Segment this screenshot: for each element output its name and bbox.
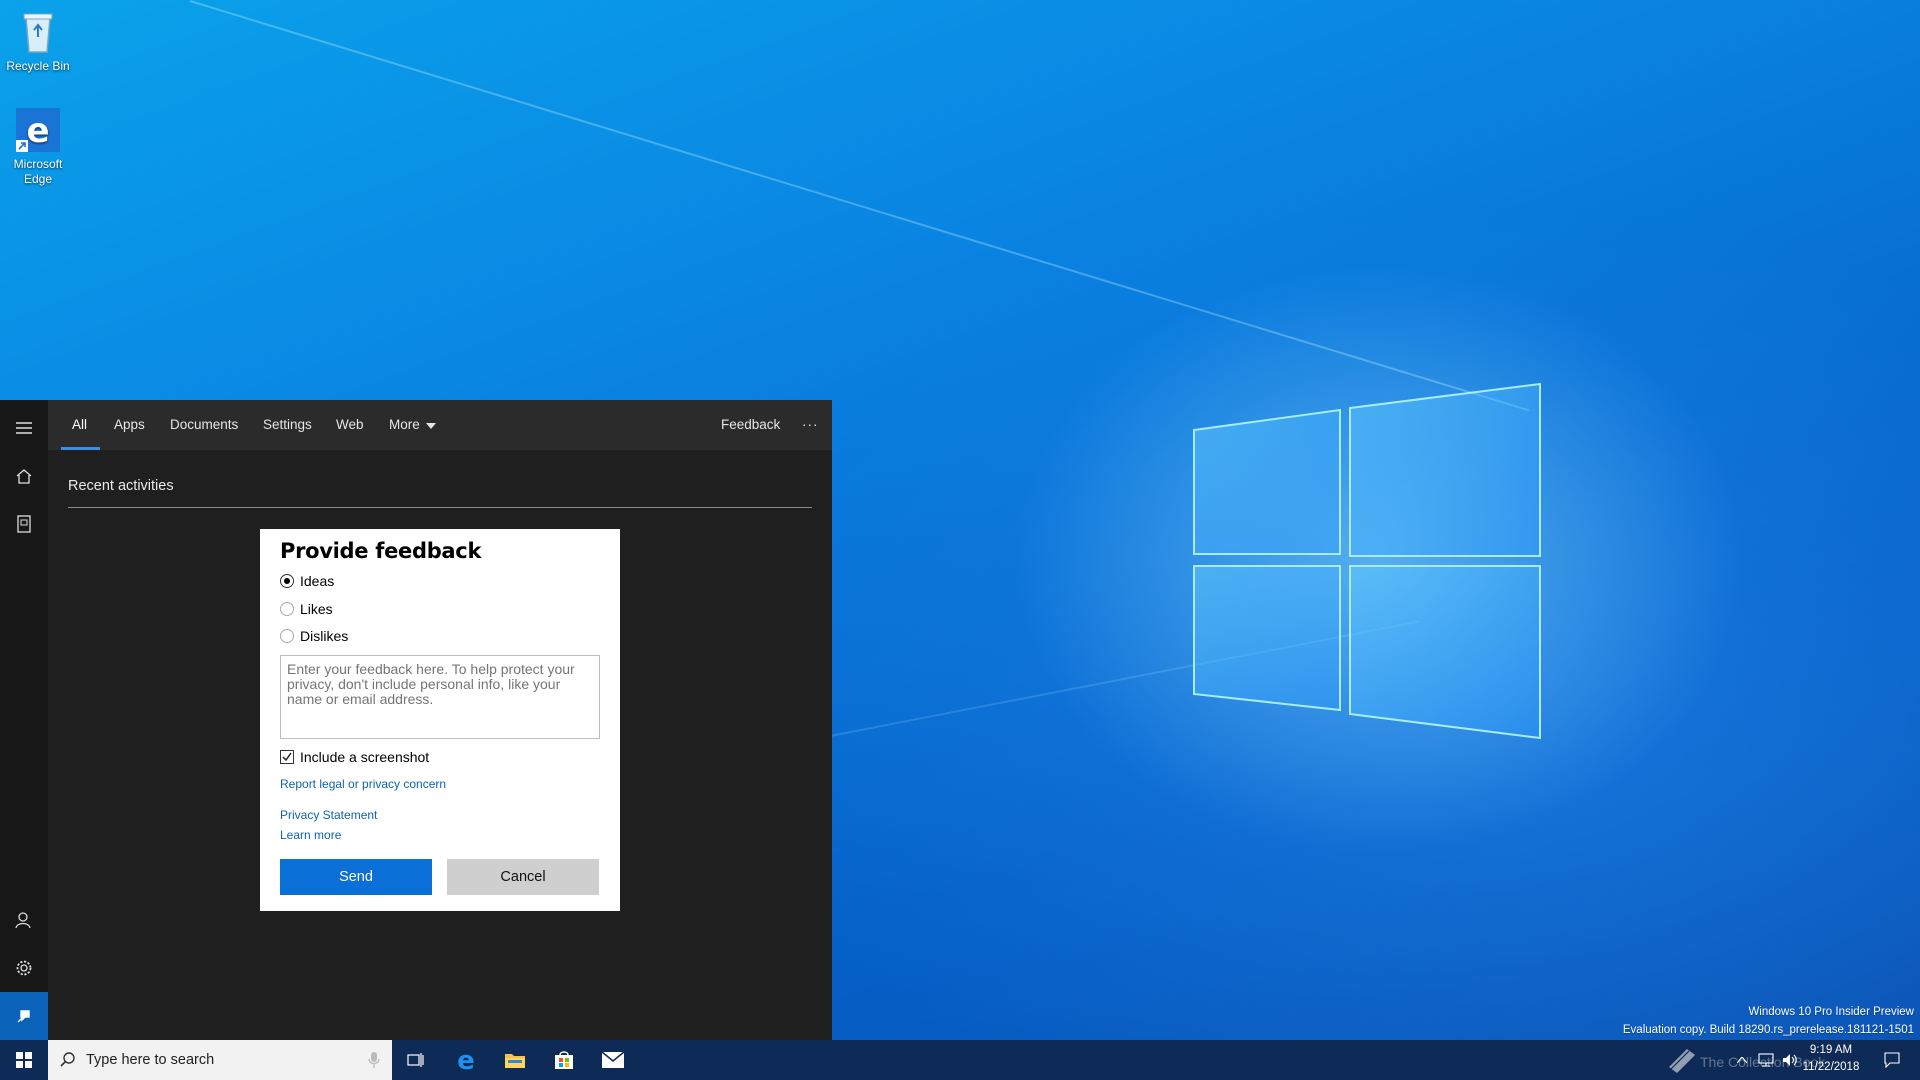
action-center-icon[interactable]: [1872, 1040, 1912, 1080]
windows-start-icon: [16, 1052, 32, 1068]
desktop-icon-recycle-bin[interactable]: Recycle Bin: [0, 8, 76, 74]
feedback-dialog: Provide feedback Ideas Likes Dislikes In…: [260, 529, 620, 911]
include-screenshot-label: Include a screenshot: [300, 749, 430, 765]
watermark-build: Evaluation copy. Build 18290.rs_prerelea…: [1622, 1024, 1914, 1036]
tab-more[interactable]: More: [389, 400, 436, 450]
section-title: Recent activities: [68, 478, 174, 494]
send-button[interactable]: Send: [280, 859, 432, 895]
radio-button[interactable]: [280, 629, 294, 643]
account-icon[interactable]: [0, 896, 48, 944]
desktop-icon-label: Microsoft Edge: [13, 157, 63, 186]
privacy-statement-link[interactable]: Privacy Statement: [280, 808, 377, 822]
taskbar-search-box[interactable]: Type here to search: [48, 1040, 392, 1080]
more-options-icon[interactable]: ···: [802, 400, 819, 450]
clock-time[interactable]: 9:19 AM: [1800, 1044, 1862, 1056]
notebook-icon[interactable]: [0, 500, 48, 548]
search-icon: [60, 1052, 76, 1068]
tab-web[interactable]: Web: [336, 400, 364, 450]
radio-button[interactable]: [280, 602, 294, 616]
search-rail: [0, 400, 48, 1040]
radio-likes[interactable]: Likes: [280, 600, 333, 618]
start-button[interactable]: [0, 1040, 48, 1080]
tab-all[interactable]: All: [72, 400, 87, 450]
tab-settings[interactable]: Settings: [263, 400, 312, 450]
notebook-stamp-icon: [1664, 1040, 1700, 1080]
svg-text:e: e: [457, 1048, 475, 1072]
search-panel: All Apps Documents Settings Web More Fee…: [0, 400, 832, 1040]
light-beam: [189, 0, 1530, 412]
active-tab-indicator: [61, 447, 100, 450]
learn-more-link[interactable]: Learn more: [280, 828, 341, 842]
edge-icon[interactable]: e: [442, 1040, 490, 1080]
feedback-icon[interactable]: [0, 992, 48, 1040]
tab-more-label: More: [389, 417, 420, 432]
include-screenshot-row[interactable]: Include a screenshot: [280, 749, 429, 765]
desktop-icon-label: Recycle Bin: [6, 59, 70, 73]
store-icon[interactable]: [540, 1040, 588, 1080]
edge-icon: e: [14, 106, 62, 154]
chevron-down-icon: [425, 400, 436, 450]
radio-dislikes[interactable]: Dislikes: [280, 627, 348, 645]
feedback-link[interactable]: Feedback: [721, 400, 780, 450]
radio-label: Ideas: [300, 573, 335, 589]
file-explorer-icon[interactable]: [491, 1040, 539, 1080]
tab-apps[interactable]: Apps: [114, 400, 145, 450]
recycle-bin-icon: [14, 8, 62, 56]
clock-date[interactable]: 11/22/2018: [1800, 1061, 1862, 1073]
dialog-title: Provide feedback: [280, 539, 482, 563]
tab-documents[interactable]: Documents: [170, 400, 238, 450]
desktop-icon-edge[interactable]: e Microsoft Edge: [0, 106, 76, 187]
include-screenshot-checkbox[interactable]: [280, 750, 294, 764]
gear-icon[interactable]: [0, 944, 48, 992]
cancel-button[interactable]: Cancel: [447, 859, 599, 895]
checkmark-icon: [282, 752, 292, 762]
home-icon[interactable]: [0, 452, 48, 500]
svg-text:e: e: [26, 111, 49, 151]
mail-icon[interactable]: [589, 1040, 637, 1080]
search-tabbar: All Apps Documents Settings Web More Fee…: [48, 400, 832, 450]
volume-icon[interactable]: [1778, 1040, 1802, 1080]
watermark-edition: Windows 10 Pro Insider Preview: [1748, 1006, 1914, 1018]
taskbar: Type here to search e The Collection Boo…: [0, 1040, 1920, 1080]
windows-logo-graphic: [1193, 382, 1541, 740]
feedback-textarea[interactable]: [280, 655, 600, 739]
network-icon[interactable]: [1754, 1040, 1778, 1080]
microphone-icon[interactable]: [368, 1052, 380, 1068]
report-legal-link[interactable]: Report legal or privacy concern: [280, 777, 446, 791]
radio-label: Dislikes: [300, 628, 349, 644]
task-view-icon[interactable]: [392, 1040, 440, 1080]
search-placeholder: Type here to search: [86, 1052, 215, 1068]
radio-ideas[interactable]: Ideas: [280, 572, 334, 590]
chevron-up-icon[interactable]: [1730, 1040, 1754, 1080]
hamburger-menu-icon[interactable]: [0, 404, 48, 452]
radio-label: Likes: [300, 601, 333, 617]
divider: [68, 507, 812, 508]
radio-button-selected[interactable]: [280, 574, 294, 588]
